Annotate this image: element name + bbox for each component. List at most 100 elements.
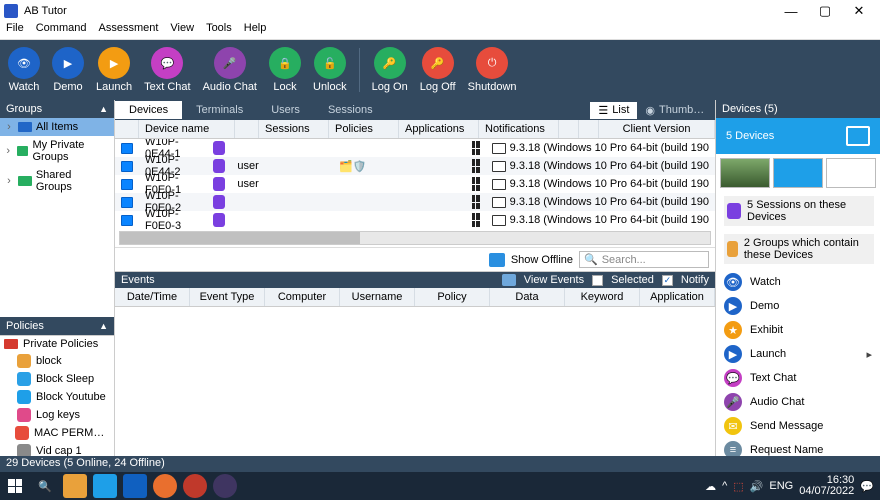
column-header[interactable]: Applications — [399, 120, 479, 138]
tray-lang[interactable]: ENG — [769, 480, 793, 492]
group-item[interactable]: ›My Private Groups — [0, 136, 114, 166]
toolbar-unlock[interactable]: 🔓Unlock — [313, 47, 347, 93]
menu-file[interactable]: File — [6, 22, 24, 39]
info-sessions[interactable]: 5 Sessions on these Devices — [722, 196, 874, 226]
tab-devices[interactable]: Devices — [115, 101, 182, 119]
action-request-name[interactable]: ≡Request Name — [716, 438, 880, 456]
event-column[interactable]: Computer — [265, 288, 340, 306]
device-rows: W10P-0E44-19.3.18 (Windows 10 Pro 64-bit… — [115, 139, 715, 229]
action-exhibit[interactable]: ★Exhibit — [716, 318, 880, 342]
event-column[interactable]: Keyword — [565, 288, 640, 306]
action-demo[interactable]: ▶Demo — [716, 294, 880, 318]
action-audio-chat[interactable]: 🎤Audio Chat — [716, 390, 880, 414]
event-column[interactable]: Date/Time — [115, 288, 190, 306]
show-offline-label[interactable]: Show Offline — [511, 254, 573, 266]
column-header[interactable]: Sessions — [259, 120, 329, 138]
menu-tools[interactable]: Tools — [206, 22, 232, 39]
action-send-message[interactable]: ✉Send Message — [716, 414, 880, 438]
horizontal-scrollbar[interactable] — [119, 231, 711, 245]
column-header[interactable]: Policies — [329, 120, 399, 138]
policy-section[interactable]: Private Policies — [0, 336, 114, 352]
device-status-icon — [121, 161, 133, 172]
expander-icon[interactable]: › — [4, 121, 14, 133]
task-abtutor-icon[interactable] — [213, 474, 237, 498]
thumbnail-2[interactable] — [773, 158, 823, 188]
toolbar-demo[interactable]: ▶Demo — [52, 47, 84, 93]
column-header[interactable]: Notifications — [479, 120, 559, 138]
toolbar-launch[interactable]: ▶Launch — [96, 47, 132, 93]
action-launch[interactable]: ▶Launch▸ — [716, 342, 880, 366]
toolbar-log-off[interactable]: 🔑Log Off — [420, 47, 456, 93]
audio-chat-icon: 🎤 — [724, 393, 742, 411]
tray-chevron-icon[interactable]: ^ — [722, 480, 727, 492]
task-firefox-icon[interactable] — [153, 474, 177, 498]
thumbnail-3[interactable] — [826, 158, 876, 188]
action-text-chat[interactable]: 💬Text Chat — [716, 366, 880, 390]
menu-help[interactable]: Help — [244, 22, 267, 39]
tray-network-icon[interactable]: ⬚ — [733, 480, 743, 493]
policy-item[interactable]: Vid cap 1 — [0, 442, 114, 457]
tray-clock[interactable]: 16:30 04/07/2022 — [799, 475, 854, 497]
column-header[interactable] — [235, 120, 259, 138]
tab-terminals[interactable]: Terminals — [182, 101, 257, 119]
event-column[interactable]: Policy — [415, 288, 490, 306]
search-input[interactable]: 🔍 Search... — [579, 251, 709, 268]
event-column[interactable]: Data — [490, 288, 565, 306]
tray-notifications-icon[interactable]: 💬 — [860, 480, 874, 493]
tray-onedrive-icon[interactable]: ☁ — [705, 480, 716, 493]
policy-item[interactable]: Block Sleep — [0, 370, 114, 388]
toolbar-watch[interactable]: 👁Watch — [8, 47, 40, 93]
close-button[interactable]: ✕ — [842, 1, 876, 21]
expander-icon[interactable]: › — [4, 175, 14, 187]
info-groups[interactable]: 2 Groups which contain these Devices — [722, 234, 874, 264]
policy-item[interactable]: Log keys — [0, 406, 114, 424]
toolbar-audio-chat[interactable]: 🎤Audio Chat — [203, 47, 257, 93]
titlebar: AB Tutor — ▢ ✕ — [0, 0, 880, 22]
notify-checkbox[interactable]: ✓ — [662, 275, 673, 286]
menu-assessment[interactable]: Assessment — [98, 22, 158, 39]
start-button[interactable] — [0, 472, 30, 500]
task-explorer-icon[interactable] — [63, 474, 87, 498]
group-item[interactable]: ›Shared Groups — [0, 166, 114, 196]
groups-collapse-icon[interactable]: ▲ — [99, 104, 108, 114]
tab-sessions[interactable]: Sessions — [314, 101, 387, 119]
minimize-button[interactable]: — — [774, 1, 808, 21]
device-row[interactable]: W10P-F0E0-39.3.18 (Windows 10 Pro 64-bit… — [115, 211, 715, 229]
column-header[interactable] — [559, 120, 579, 138]
menu-view[interactable]: View — [170, 22, 194, 39]
expander-icon[interactable]: › — [4, 145, 13, 157]
policies-collapse-icon[interactable]: ▲ — [99, 321, 108, 331]
toolbar-log-on[interactable]: 🔑Log On — [372, 47, 408, 93]
policy-item[interactable]: MAC PERMSSIONS — [0, 424, 114, 442]
column-header[interactable]: Client Version — [599, 120, 715, 138]
policy-item[interactable]: Block Youtube — [0, 388, 114, 406]
menu-command[interactable]: Command — [36, 22, 87, 39]
show-offline-icon[interactable] — [489, 253, 505, 267]
group-item[interactable]: ›All Items — [0, 118, 114, 136]
policy-item[interactable]: block — [0, 352, 114, 370]
selected-checkbox[interactable] — [592, 275, 603, 286]
task-edge-icon[interactable] — [93, 474, 117, 498]
action-watch[interactable]: 👁Watch — [716, 270, 880, 294]
event-column[interactable]: Username — [340, 288, 415, 306]
tray-volume-icon[interactable]: 🔊 — [750, 480, 764, 493]
view-list-button[interactable]: ☰List — [590, 102, 637, 119]
maximize-button[interactable]: ▢ — [808, 1, 842, 21]
task-search-icon[interactable]: 🔍 — [33, 474, 57, 498]
event-column[interactable]: Application — [640, 288, 715, 306]
task-outlook-icon[interactable] — [123, 474, 147, 498]
tab-users[interactable]: Users — [257, 101, 314, 119]
column-header[interactable]: Device name — [139, 120, 235, 138]
action-label: Launch — [750, 348, 786, 360]
view-events-label[interactable]: View Events — [524, 274, 584, 286]
toolbar-lock[interactable]: 🔒Lock — [269, 47, 301, 93]
column-header[interactable] — [115, 120, 139, 138]
toolbar-text-chat[interactable]: 💬Text Chat — [144, 47, 190, 93]
event-column[interactable]: Event Type — [190, 288, 265, 306]
thumbnail-1[interactable] — [720, 158, 770, 188]
column-header[interactable] — [579, 120, 599, 138]
toolbar-shutdown[interactable]: ⏻Shutdown — [468, 47, 517, 93]
view-events-icon[interactable] — [502, 274, 516, 286]
task-opera-icon[interactable] — [183, 474, 207, 498]
view-thumbnail-button[interactable]: ◉Thumbnail — [637, 102, 715, 119]
